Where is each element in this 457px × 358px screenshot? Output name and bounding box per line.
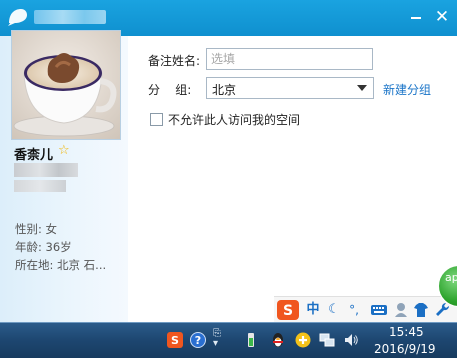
age-text: 年龄: 36岁 bbox=[15, 240, 72, 254]
svg-text:?: ? bbox=[195, 334, 201, 347]
ime-toolbar: S 中 ☾ °, bbox=[274, 296, 457, 322]
add-plus-icon[interactable] bbox=[295, 332, 311, 348]
sogou-logo-icon[interactable]: S bbox=[276, 299, 300, 321]
network-icon[interactable] bbox=[319, 332, 335, 348]
minimize-button[interactable] bbox=[406, 8, 426, 26]
show-hidden-icons-icon[interactable]: ⎘ ▾ bbox=[213, 329, 229, 349]
minimize-icon bbox=[411, 17, 421, 19]
moon-icon[interactable]: ☾ bbox=[327, 299, 341, 321]
no-space-access-label[interactable]: 不允许此人访问我的空间 bbox=[168, 111, 300, 128]
qq-penguin-icon[interactable] bbox=[270, 332, 286, 348]
punctuation-toggle[interactable]: °, bbox=[346, 299, 362, 321]
close-icon: ✕ bbox=[434, 7, 450, 27]
volume-icon[interactable] bbox=[343, 332, 359, 348]
chevron-down-icon bbox=[357, 85, 367, 91]
clock-time[interactable]: 15:45 bbox=[389, 325, 424, 339]
new-group-link[interactable]: 新建分组 bbox=[383, 81, 431, 98]
account-id-blurred bbox=[14, 163, 78, 177]
svg-text:S: S bbox=[283, 303, 293, 319]
location-text: 所在地: 北京 石... bbox=[15, 258, 107, 272]
group-select-value: 北京 bbox=[212, 83, 237, 97]
group-label: 分 组: bbox=[148, 83, 192, 97]
nickname: 香柰儿 bbox=[14, 148, 54, 163]
taskbar: S ? ⎘ ▾ 15:45 2016/9/19 bbox=[0, 322, 457, 358]
coffee-cup-image bbox=[12, 31, 120, 139]
remark-label: 备注姓名: bbox=[148, 54, 201, 68]
window-title bbox=[34, 10, 106, 24]
gender-text: 性别: 女 bbox=[15, 222, 58, 236]
close-button[interactable]: ✕ bbox=[432, 8, 452, 26]
add-friend-window: ✕ 香柰儿 ☆ 性别: 女 年龄: 36岁 所在地: 北京 石... 备注姓名:… bbox=[0, 0, 457, 322]
remark-name-input[interactable] bbox=[206, 48, 373, 70]
signature-blurred bbox=[14, 180, 66, 192]
svg-text:S: S bbox=[171, 334, 179, 347]
shirt-icon[interactable] bbox=[413, 299, 429, 321]
clock-date[interactable]: 2016/9/19 bbox=[374, 342, 436, 356]
vip-star-icon: ☆ bbox=[58, 143, 70, 158]
group-select[interactable]: 北京 bbox=[206, 77, 374, 99]
app-logo-icon bbox=[8, 9, 27, 26]
user-icon[interactable] bbox=[393, 299, 409, 321]
app-ball-icon: app bbox=[445, 271, 457, 284]
no-space-access-checkbox[interactable] bbox=[150, 113, 163, 126]
battery-icon[interactable] bbox=[243, 332, 259, 348]
keyboard-icon[interactable] bbox=[370, 299, 388, 321]
sogou-tray-icon[interactable]: S bbox=[167, 332, 183, 348]
chinese-mode-toggle[interactable]: 中 bbox=[305, 299, 321, 321]
avatar bbox=[11, 30, 121, 140]
help-icon[interactable]: ? bbox=[190, 332, 206, 348]
